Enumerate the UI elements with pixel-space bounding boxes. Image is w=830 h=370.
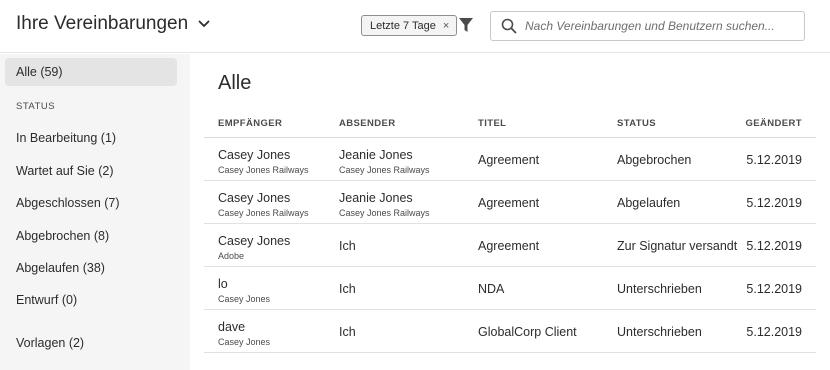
- date-filter-tag[interactable]: Letzte 7 Tage ×: [361, 15, 458, 36]
- changed-date: 5.12.2019: [746, 196, 802, 210]
- app-title: Ihre Vereinbarungen: [16, 13, 189, 34]
- recipient-name: dave: [218, 320, 246, 334]
- recipient-company: Adobe: [218, 251, 245, 261]
- sender-name: Ich: [339, 282, 356, 296]
- agreement-title: GlobalCorp Client: [478, 325, 577, 339]
- table-row[interactable]: Casey Jones Adobe Ich Agreement Zur Sign…: [204, 224, 816, 267]
- agreement-title: Agreement: [478, 239, 540, 253]
- table-row[interactable]: Casey Jones Casey Jones Railways Jeanie …: [204, 138, 816, 181]
- search-box[interactable]: [490, 11, 805, 41]
- sender-name: Jeanie Jones: [339, 148, 413, 162]
- sidebar-item-draft[interactable]: Entwurf (0): [16, 293, 77, 307]
- sidebar-item-in-progress[interactable]: In Bearbeitung (1): [16, 131, 116, 145]
- recipient-company: Casey Jones: [218, 294, 271, 304]
- table-row[interactable]: lo Casey Jones Ich NDA Unterschrieben 5.…: [204, 267, 816, 310]
- search-icon: [501, 18, 517, 34]
- sidebar-item-waiting-for-you[interactable]: Wartet auf Sie (2): [16, 164, 114, 178]
- agreement-title: NDA: [478, 282, 505, 296]
- recipient-company: Casey Jones Railways: [218, 208, 309, 218]
- recipient-company: Casey Jones Railways: [218, 165, 309, 175]
- close-icon[interactable]: ×: [443, 20, 449, 32]
- changed-date: 5.12.2019: [746, 325, 802, 339]
- sidebar-item-templates[interactable]: Vorlagen (2): [16, 336, 84, 350]
- recipient-name: Casey Jones: [218, 148, 291, 162]
- column-header-changed[interactable]: GEÄNDERT: [745, 118, 802, 129]
- sender-company: Casey Jones Railways: [339, 208, 430, 218]
- sender-name: Ich: [339, 325, 356, 339]
- agreement-status: Zur Signatur versandt: [617, 239, 738, 253]
- sender-name: Ich: [339, 239, 356, 253]
- changed-date: 5.12.2019: [746, 153, 802, 167]
- changed-date: 5.12.2019: [746, 239, 802, 253]
- table-row[interactable]: Casey Jones Casey Jones Railways Jeanie …: [204, 181, 816, 224]
- column-header-sender[interactable]: ABSENDER: [339, 118, 396, 129]
- page-title: Alle: [218, 72, 252, 94]
- sidebar-status-heading: STATUS: [16, 101, 56, 112]
- search-input[interactable]: [525, 19, 795, 33]
- recipient-name: Casey Jones: [218, 234, 291, 248]
- changed-date: 5.12.2019: [746, 282, 802, 296]
- sidebar-item-all[interactable]: Alle (59): [5, 58, 177, 86]
- sidebar-item-completed[interactable]: Abgeschlossen (7): [16, 196, 120, 210]
- chevron-down-icon: [198, 20, 210, 28]
- agreement-status: Unterschrieben: [617, 282, 702, 296]
- table-row[interactable]: dave Casey Jones Ich GlobalCorp Client U…: [204, 310, 816, 353]
- sidebar: Alle (59) STATUS In Bearbeitung (1) Wart…: [0, 54, 190, 370]
- table-header: EMPFÄNGER ABSENDER TITEL STATUS GEÄNDERT: [204, 109, 816, 138]
- agreement-title: Agreement: [478, 153, 540, 167]
- filter-icon[interactable]: [458, 16, 474, 34]
- column-header-recipient[interactable]: EMPFÄNGER: [218, 118, 282, 129]
- agreement-title: Agreement: [478, 196, 540, 210]
- agreements-menu-button[interactable]: Ihre Vereinbarungen: [16, 13, 210, 35]
- agreements-table: EMPFÄNGER ABSENDER TITEL STATUS GEÄNDERT…: [204, 109, 816, 353]
- recipient-name: Casey Jones: [218, 191, 291, 205]
- header: Ihre Vereinbarungen Letzte 7 Tage ×: [0, 0, 830, 53]
- agreement-status: Abgelaufen: [617, 196, 681, 210]
- filter-tag-label: Letzte 7 Tage: [370, 19, 436, 32]
- recipient-company: Casey Jones: [218, 337, 271, 347]
- recipient-name: lo: [218, 277, 228, 291]
- agreement-status: Unterschrieben: [617, 325, 702, 339]
- sidebar-item-expired[interactable]: Abgelaufen (38): [16, 261, 105, 275]
- sidebar-item-cancelled[interactable]: Abgebrochen (8): [16, 229, 109, 243]
- column-header-title[interactable]: TITEL: [478, 118, 506, 129]
- sender-company: Casey Jones Railways: [339, 165, 430, 175]
- sender-name: Jeanie Jones: [339, 191, 413, 205]
- agreement-status: Abgebrochen: [617, 153, 692, 167]
- column-header-status[interactable]: STATUS: [617, 118, 656, 129]
